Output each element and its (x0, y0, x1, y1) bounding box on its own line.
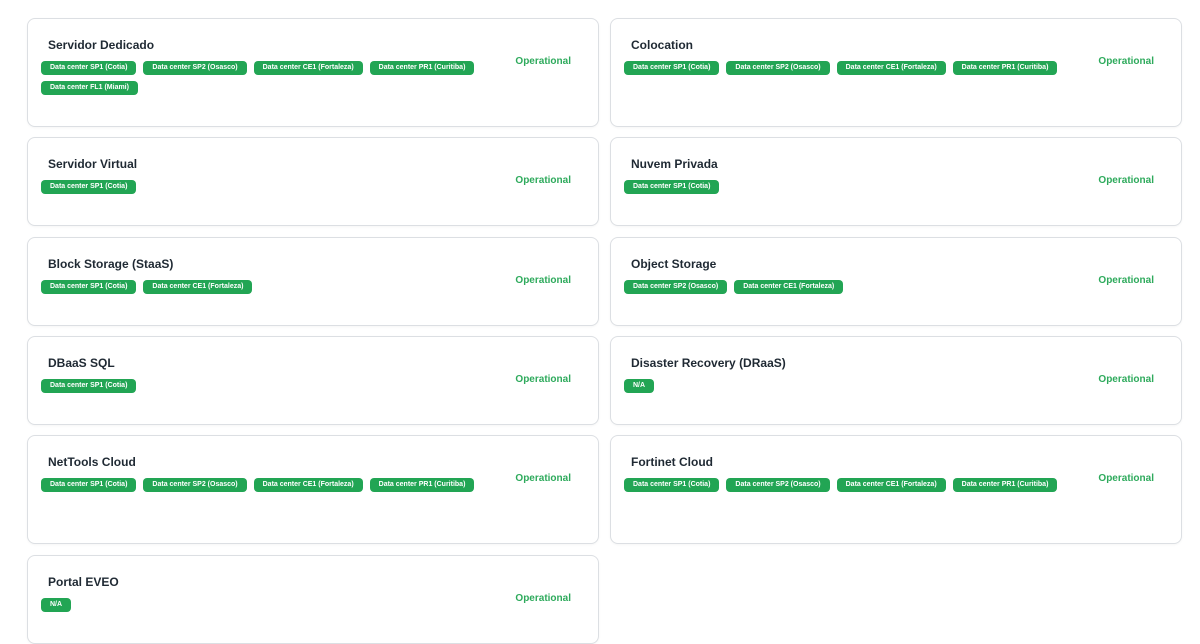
location-tag: Data center SP2 (Osasco) (143, 61, 247, 75)
location-tag: Data center FL1 (Miami) (41, 81, 138, 95)
location-tag: Data center PR1 (Curitiba) (369, 478, 475, 492)
location-tags: N/A (41, 598, 481, 612)
location-tag: Data center CE1 (Fortaleza) (143, 280, 253, 294)
service-card-nettools-cloud: NetTools Cloud Data center SP1 (Cotia) D… (27, 435, 599, 544)
service-card-object-storage: Object Storage Data center SP2 (Osasco) … (610, 237, 1182, 326)
location-tag: Data center PR1 (Curitiba) (952, 478, 1058, 492)
location-tag: Data center CE1 (Fortaleza) (253, 61, 363, 75)
location-tags: Data center SP2 (Osasco) Data center CE1… (624, 280, 1064, 294)
location-tag: N/A (624, 379, 655, 393)
location-tag: Data center SP1 (Cotia) (624, 478, 720, 492)
status-label: Operational (515, 275, 571, 286)
location-tags: Data center SP1 (Cotia) (624, 180, 1064, 194)
location-tag: Data center SP2 (Osasco) (624, 280, 728, 294)
location-tag: Data center CE1 (Fortaleza) (836, 61, 946, 75)
location-tag: Data center SP1 (Cotia) (41, 280, 137, 294)
service-card-dbaas-sql: DBaaS SQL Data center SP1 (Cotia) Operat… (27, 336, 599, 425)
location-tags: Data center SP1 (Cotia) Data center SP2 … (624, 478, 1064, 492)
status-label: Operational (515, 374, 571, 385)
service-card-portal-eveo: Portal EVEO N/A Operational (27, 555, 599, 644)
service-card-servidor-virtual: Servidor Virtual Data center SP1 (Cotia)… (27, 137, 599, 226)
location-tag: Data center SP1 (Cotia) (41, 379, 137, 393)
location-tags: Data center SP1 (Cotia) (41, 180, 481, 194)
service-card-disaster-recovery: Disaster Recovery (DRaaS) N/A Operationa… (610, 336, 1182, 425)
location-tag: Data center SP2 (Osasco) (143, 478, 247, 492)
location-tag: Data center SP1 (Cotia) (41, 61, 137, 75)
service-name: Nuvem Privada (631, 157, 718, 171)
service-card-nuvem-privada: Nuvem Privada Data center SP1 (Cotia) Op… (610, 137, 1182, 226)
location-tag: Data center CE1 (Fortaleza) (734, 280, 844, 294)
status-label: Operational (515, 473, 571, 484)
location-tag: Data center SP2 (Osasco) (726, 61, 830, 75)
service-name: Disaster Recovery (DRaaS) (631, 356, 786, 370)
location-tags: Data center SP1 (Cotia) Data center SP2 … (41, 61, 481, 95)
service-name: Object Storage (631, 257, 717, 271)
service-name: Servidor Dedicado (48, 38, 155, 52)
service-name: Fortinet Cloud (631, 455, 713, 469)
status-label: Operational (1098, 56, 1154, 67)
service-name: DBaaS SQL (48, 356, 115, 370)
service-card-fortinet-cloud: Fortinet Cloud Data center SP1 (Cotia) D… (610, 435, 1182, 544)
location-tag: Data center SP1 (Cotia) (624, 180, 720, 194)
location-tag: Data center PR1 (Curitiba) (952, 61, 1058, 75)
location-tags: Data center SP1 (Cotia) Data center SP2 … (41, 478, 481, 492)
location-tag: Data center PR1 (Curitiba) (369, 61, 475, 75)
status-label: Operational (1098, 473, 1154, 484)
location-tag: Data center SP1 (Cotia) (41, 180, 137, 194)
service-card-servidor-dedicado: Servidor Dedicado Data center SP1 (Cotia… (27, 18, 599, 127)
status-label: Operational (515, 593, 571, 604)
status-label: Operational (515, 56, 571, 67)
status-label: Operational (515, 175, 571, 186)
location-tags: Data center SP1 (Cotia) Data center SP2 … (624, 61, 1064, 75)
location-tag: N/A (41, 598, 72, 612)
service-name: Block Storage (StaaS) (48, 257, 174, 271)
status-label: Operational (1098, 175, 1154, 186)
service-name: NetTools Cloud (48, 455, 136, 469)
location-tag: Data center SP1 (Cotia) (624, 61, 720, 75)
service-name: Servidor Virtual (48, 157, 138, 171)
status-label: Operational (1098, 275, 1154, 286)
location-tags: N/A (624, 379, 1064, 393)
service-name: Portal EVEO (48, 575, 119, 589)
location-tag: Data center CE1 (Fortaleza) (253, 478, 363, 492)
location-tag: Data center SP1 (Cotia) (41, 478, 137, 492)
service-name: Colocation (631, 38, 693, 52)
service-card-block-storage: Block Storage (StaaS) Data center SP1 (C… (27, 237, 599, 326)
location-tag: Data center SP2 (Osasco) (726, 478, 830, 492)
location-tags: Data center SP1 (Cotia) Data center CE1 … (41, 280, 481, 294)
location-tag: Data center CE1 (Fortaleza) (836, 478, 946, 492)
service-card-colocation: Colocation Data center SP1 (Cotia) Data … (610, 18, 1182, 127)
status-label: Operational (1098, 374, 1154, 385)
location-tags: Data center SP1 (Cotia) (41, 379, 481, 393)
